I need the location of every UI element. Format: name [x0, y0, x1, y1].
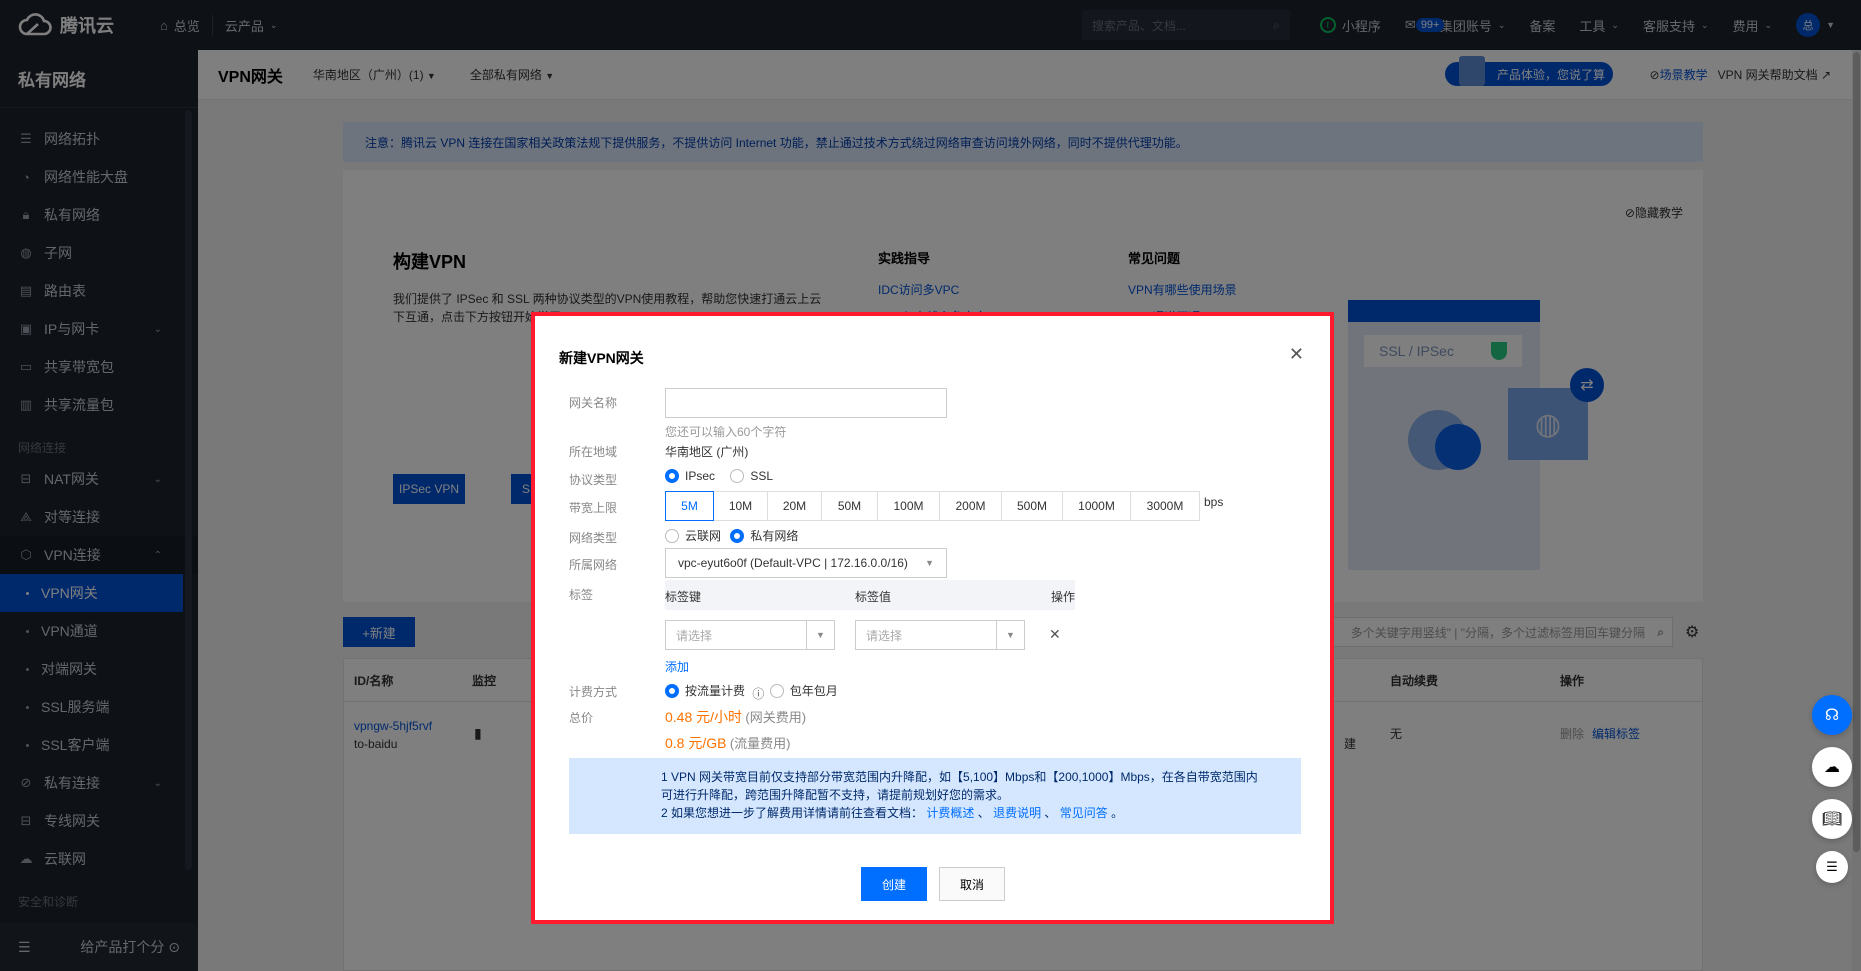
caret-down-icon: ▼ [806, 621, 834, 649]
billing-tips: 1 VPN 网关带宽目前仅支持部分带宽范围内升降配，如【5,100】Mbps和【… [569, 758, 1301, 834]
tag-key-header: 标签键 [665, 590, 702, 604]
bandwidth-option-500m[interactable]: 500M [1001, 491, 1063, 521]
radio-unchecked [730, 469, 745, 483]
book-icon: 📖︎ [1821, 811, 1843, 828]
info-icon[interactable]: ⓘ [752, 687, 764, 701]
tag-key-select[interactable]: 请选择 ▼ [665, 620, 835, 650]
faq-link[interactable]: 常见问答 [1060, 806, 1108, 820]
bandwidth-option-1000m[interactable]: 1000M [1062, 491, 1131, 521]
tag-table-header: 标签键 标签值 操作 [665, 580, 1075, 610]
billing-traffic-radio[interactable]: 按流量计费 [665, 682, 745, 699]
name-length-hint: 您还可以输入60个字符 [665, 425, 787, 439]
radio-checked [665, 469, 679, 483]
network-type-vpc-radio[interactable]: 私有网络 [730, 527, 798, 544]
caret-down-icon: ▼ [925, 558, 934, 568]
network-type-radio-group: 云联网 私有网络 [665, 527, 810, 546]
radio-unchecked [769, 683, 784, 698]
billing-monthly-radio[interactable]: 包年包月 [769, 682, 838, 699]
protocol-ssl-radio[interactable]: SSL [730, 469, 773, 483]
add-tag-link[interactable]: 添加 [665, 658, 689, 675]
network-type-label: 网络类型 [569, 531, 618, 545]
tag-value-select[interactable]: 请选择 ▼ [855, 620, 1025, 650]
protocol-radio-group: IPsec SSL [665, 469, 785, 486]
tag-label: 标签 [569, 588, 594, 602]
docs-button[interactable]: 📖︎ [1812, 799, 1852, 839]
bandwidth-option-200m[interactable]: 200M [939, 491, 1002, 521]
bandwidth-label: 带宽上限 [569, 501, 618, 515]
bandwidth-option-3000m[interactable]: 3000M [1130, 491, 1200, 521]
bandwidth-option-20m[interactable]: 20M [767, 491, 822, 521]
bandwidth-unit: bps [1204, 495, 1224, 509]
refund-policy-link[interactable]: 退费说明 [993, 806, 1041, 820]
vpc-select[interactable]: vpc-eyut6o0f (Default-VPC | 172.16.0.0/1… [665, 548, 947, 578]
caret-down-icon: ▼ [996, 621, 1024, 649]
billing-radio-group: 按流量计费 ⓘ 包年包月 [665, 682, 850, 702]
radio-checked [730, 528, 745, 543]
bandwidth-segmented-control: 5M 10M 20M 50M 100M 200M 500M 1000M 3000… [665, 491, 1223, 521]
bandwidth-option-5m[interactable]: 5M [665, 491, 714, 521]
menu-list-button[interactable]: ☰ [1816, 851, 1848, 883]
protocol-ipsec-radio[interactable]: IPsec [665, 469, 715, 483]
create-button[interactable]: 创建 [861, 867, 927, 901]
floating-actions: ☊ ☁ 📖︎ ☰ [1812, 695, 1852, 883]
cancel-button[interactable]: 取消 [939, 867, 1005, 901]
traffic-price: 0.8 元/GB (流量费用) [665, 735, 791, 751]
protocol-label: 协议类型 [569, 473, 618, 487]
gateway-name-label: 网关名称 [569, 396, 618, 410]
gateway-price: 0.48 元/小时 (网关费用) [665, 709, 807, 725]
customer-service-button[interactable]: ☊ [1812, 695, 1852, 735]
radio-checked [665, 683, 679, 698]
vpc-label: 所属网络 [569, 558, 618, 572]
list-icon: ☰ [1826, 859, 1838, 874]
network-type-ccn-radio[interactable]: 云联网 [665, 527, 721, 544]
remove-tag-icon[interactable]: ✕ [1049, 626, 1061, 643]
bandwidth-option-50m[interactable]: 50M [821, 491, 878, 521]
billing-overview-link[interactable]: 计费概述 [926, 806, 974, 820]
tag-action-header: 操作 [1050, 590, 1075, 604]
dialog-title: 新建VPN网关 [559, 350, 644, 366]
bandwidth-option-10m[interactable]: 10M [713, 491, 768, 521]
create-vpn-gateway-dialog: 新建VPN网关 ✕ 网关名称 您还可以输入60个字符 所在地域 华南地区 (广州… [531, 312, 1334, 924]
total-price-label: 总价 [569, 711, 594, 725]
bandwidth-option-100m[interactable]: 100M [877, 491, 940, 521]
cloud-bell-icon: ☁ [1824, 759, 1840, 776]
billing-label: 计费方式 [569, 685, 618, 699]
cloud-notify-button[interactable]: ☁ [1812, 747, 1852, 787]
region-value: 华南地区 (广州) [665, 445, 749, 459]
gateway-name-input[interactable] [665, 388, 947, 418]
close-icon[interactable]: ✕ [1289, 344, 1304, 365]
radio-unchecked [665, 528, 679, 543]
headset-icon: ☊ [1824, 707, 1840, 724]
region-label: 所在地域 [569, 445, 618, 459]
tag-value-header: 标签值 [855, 590, 892, 604]
